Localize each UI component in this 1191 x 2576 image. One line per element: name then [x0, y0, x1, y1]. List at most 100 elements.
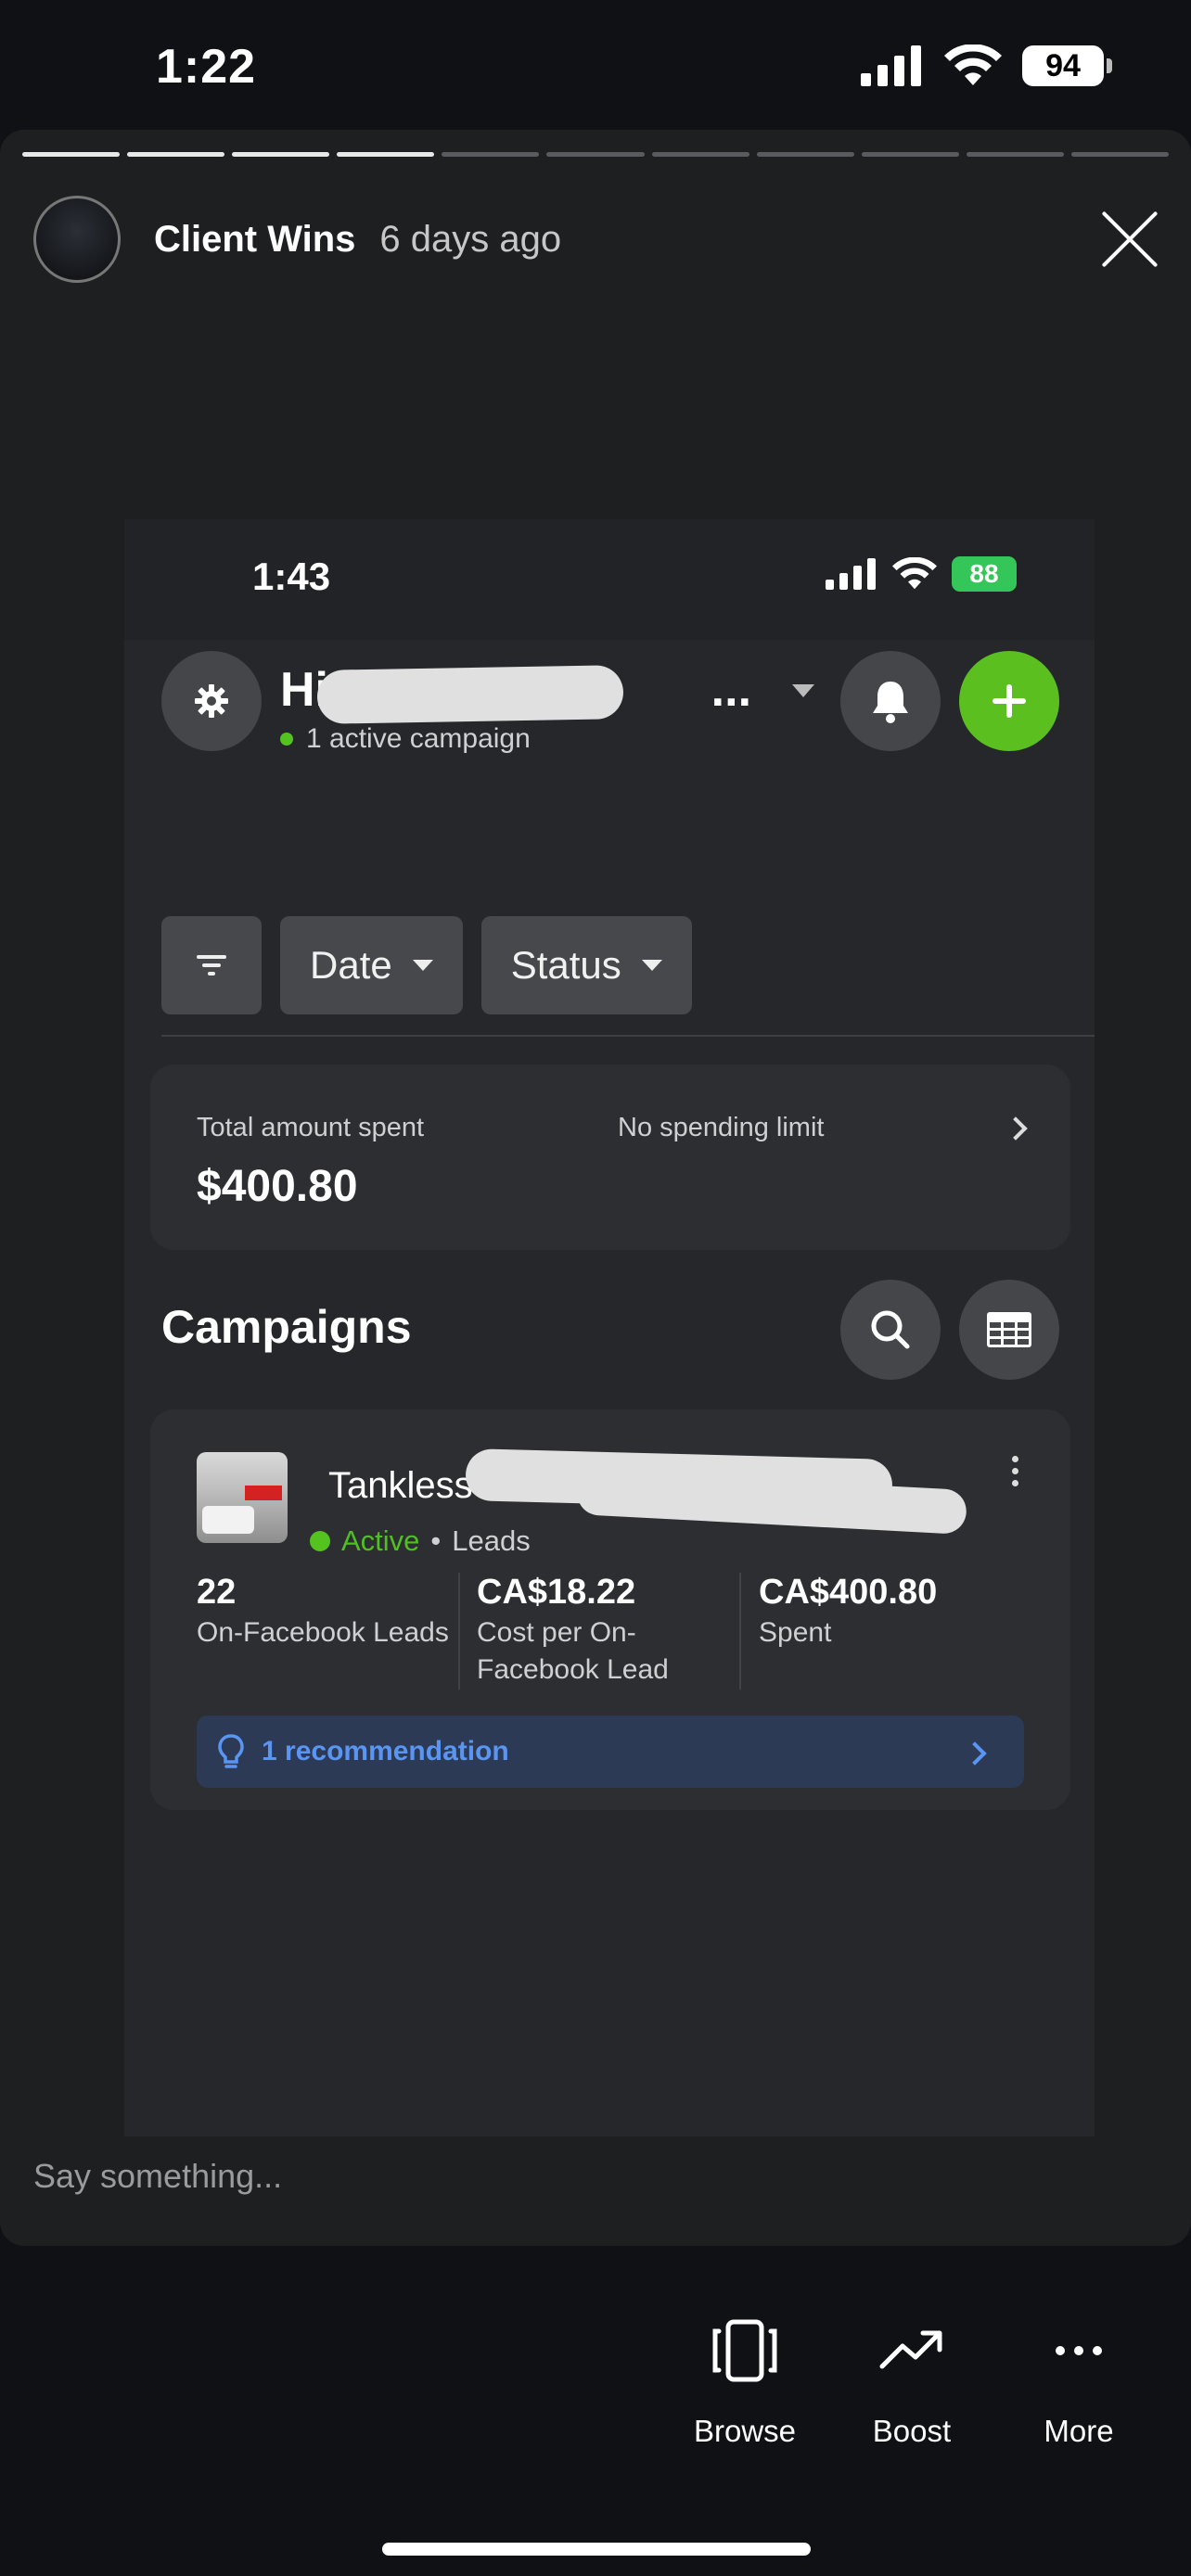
chevron-down-icon — [412, 960, 433, 971]
table-icon — [987, 1312, 1031, 1347]
browse-icon — [712, 2319, 777, 2382]
chevron-right-icon — [963, 1741, 987, 1766]
story-time: 6 days ago — [379, 218, 562, 260]
metric-cost-per-lead: CA$18.22 Cost per On-Facebook Lead — [477, 1573, 709, 1689]
account-header: High P... 1 active campaign — [124, 640, 1095, 775]
filter-button[interactable] — [161, 916, 262, 1014]
gear-icon — [195, 684, 228, 718]
divider — [161, 1035, 1095, 1037]
inner-status-bar: 1:43 88 — [124, 519, 1095, 640]
campaign-card[interactable]: Tankless Active • Leads 22 On-Facebook L… — [150, 1409, 1070, 1810]
avatar[interactable] — [33, 196, 121, 283]
van-image — [202, 1506, 254, 1534]
more-label: More — [1044, 2414, 1114, 2448]
notifications-button[interactable] — [840, 651, 941, 751]
campaigns-heading: Campaigns — [161, 1301, 412, 1353]
status-active: Active — [341, 1524, 420, 1557]
metric-value: CA$400.80 — [759, 1573, 938, 1612]
story-progress-segment — [442, 152, 540, 157]
metric-label: On-Facebook Leads — [197, 1617, 449, 1648]
reply-input[interactable]: Say something... — [33, 2157, 282, 2196]
chevron-down-icon — [641, 960, 662, 971]
signal-icon — [826, 558, 876, 590]
lightbulb-icon — [218, 1734, 244, 1768]
filter-icon — [197, 955, 226, 976]
story-progress-segment — [22, 152, 121, 157]
story-progress-segment — [546, 152, 645, 157]
redaction — [576, 1470, 967, 1535]
active-campaign-count: 1 active campaign — [280, 723, 531, 755]
spend-summary-card[interactable]: Total amount spent $400.80 No spending l… — [150, 1065, 1070, 1250]
story-card: Client Wins 6 days ago 1:43 88 ... 1 act… — [0, 130, 1191, 2246]
status-filter-label: Status — [510, 943, 621, 987]
story-author[interactable]: Client Wins — [154, 219, 355, 261]
battery-indicator: 94 — [1022, 45, 1112, 86]
date-filter[interactable]: Date — [280, 916, 463, 1014]
spend-label: Total amount spent — [197, 1113, 425, 1142]
more-button[interactable]: More — [1000, 2318, 1158, 2449]
redaction — [316, 665, 624, 724]
search-icon — [871, 1310, 910, 1349]
settings-button[interactable] — [161, 651, 262, 751]
campaign-name: Tankless — [328, 1465, 473, 1506]
divider — [739, 1573, 741, 1690]
metric-value: CA$18.22 — [477, 1573, 636, 1612]
chevron-down-icon[interactable] — [792, 684, 814, 697]
story-progress-segment — [966, 152, 1064, 157]
shared-screenshot: 1:43 88 ... 1 active campaign Date Statu… — [124, 519, 1095, 2136]
home-indicator[interactable] — [382, 2543, 811, 2556]
story-progress-segment — [861, 152, 959, 157]
campaign-objective: Leads — [452, 1524, 531, 1557]
story-header: Client Wins 6 days ago — [33, 184, 1163, 295]
account-name-suffix: ... — [711, 663, 752, 717]
status-separator: • — [430, 1524, 442, 1557]
search-button[interactable] — [840, 1280, 941, 1380]
filter-bar: Date Status — [161, 916, 692, 1014]
more-options-icon[interactable] — [1012, 1456, 1018, 1486]
story-progress-segment — [651, 152, 749, 157]
spend-value: $400.80 — [197, 1162, 358, 1211]
metric-label: Cost per On-Facebook Lead — [477, 1617, 669, 1685]
story-progress-segment — [756, 152, 854, 157]
wifi-icon — [892, 557, 937, 590]
recommendation-text: 1 recommendation — [262, 1736, 509, 1766]
create-button[interactable] — [959, 651, 1059, 751]
wifi-icon — [944, 45, 1002, 85]
campaign-thumbnail — [197, 1452, 288, 1543]
signal-icon — [861, 45, 921, 86]
inner-status-icons: 88 — [826, 556, 1017, 592]
boost-button[interactable]: Boost — [833, 2318, 991, 2449]
story-progress — [22, 152, 1170, 157]
trending-up-icon — [879, 2330, 942, 2369]
plus-icon — [992, 684, 1026, 718]
date-filter-label: Date — [310, 943, 392, 987]
battery-indicator: 88 — [952, 556, 1017, 592]
status-icons: 94 — [861, 45, 1112, 87]
browse-button[interactable]: Browse — [666, 2318, 824, 2449]
boost-label: Boost — [872, 2414, 952, 2448]
active-dot — [310, 1531, 330, 1551]
spending-limit: No spending limit — [618, 1113, 825, 1142]
active-campaign-text: 1 active campaign — [306, 723, 531, 754]
campaign-status: Active • Leads — [310, 1524, 531, 1558]
chevron-right-icon — [1004, 1116, 1028, 1141]
more-icon — [1056, 2346, 1102, 2355]
browse-label: Browse — [693, 2414, 797, 2448]
status-filter[interactable]: Status — [480, 916, 692, 1014]
story-progress-segment — [232, 152, 330, 157]
story-progress-segment — [127, 152, 225, 157]
table-view-button[interactable] — [959, 1280, 1059, 1380]
close-icon[interactable] — [1098, 207, 1163, 272]
metric-label: Spent — [759, 1617, 832, 1648]
inner-status-time: 1:43 — [252, 555, 331, 598]
active-dot — [280, 733, 293, 746]
red-sign-image — [245, 1486, 282, 1500]
metric-leads: 22 On-Facebook Leads — [197, 1573, 456, 1651]
divider — [458, 1573, 460, 1690]
bell-icon — [873, 682, 908, 723]
story-progress-segment — [337, 152, 435, 157]
story-progress-segment — [1070, 152, 1170, 157]
recommendation-banner[interactable]: 1 recommendation — [197, 1715, 1024, 1788]
metric-value: 22 — [197, 1573, 237, 1612]
status-time: 1:22 — [156, 40, 257, 94]
